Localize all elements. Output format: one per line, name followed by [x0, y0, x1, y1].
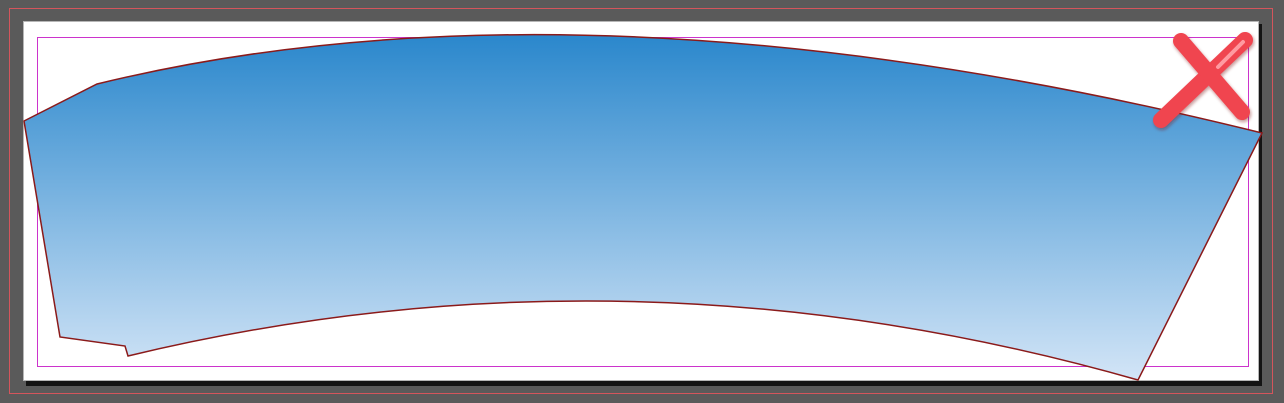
artwork-canvas	[23, 32, 1264, 381]
pasteboard	[0, 0, 1284, 403]
red-x-icon[interactable]	[1153, 32, 1253, 128]
cup-wrapper-shape[interactable]	[23, 33, 1264, 381]
